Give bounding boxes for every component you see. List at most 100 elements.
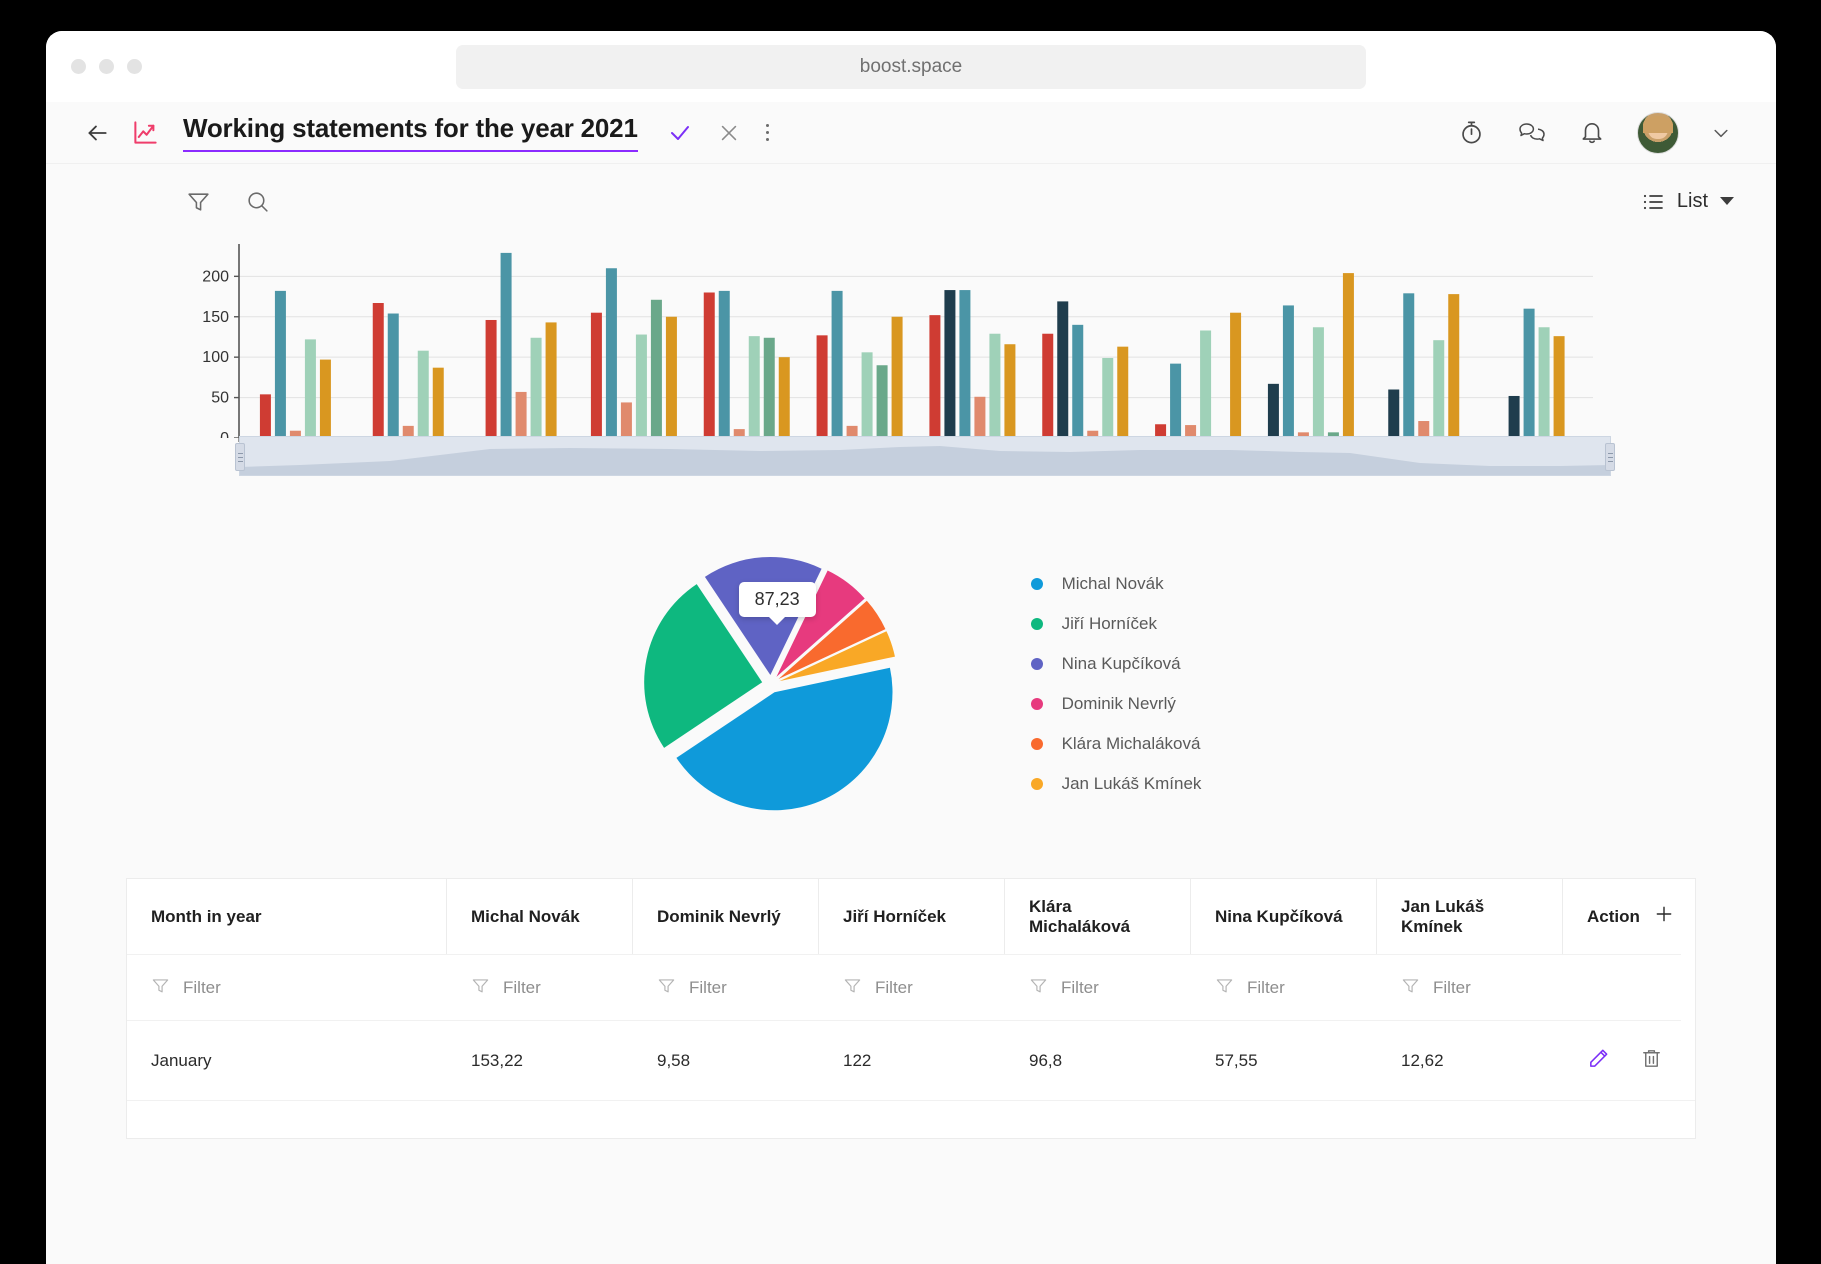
- pie-chart-section: 87,23 Michal Novák Jiří Horníček Nina Kupč…: [88, 534, 1734, 834]
- trash-icon[interactable]: [1640, 1047, 1663, 1075]
- row-actions: [1563, 1020, 1681, 1100]
- triangle-down-icon[interactable]: [1720, 197, 1734, 205]
- cell-jan: 12,62: [1377, 1020, 1563, 1100]
- confirm-title-button[interactable]: [668, 121, 692, 145]
- filter-cell-month[interactable]: Filter: [127, 954, 447, 1020]
- legend-item[interactable]: Nina Kupčíková: [1031, 654, 1202, 674]
- legend-item[interactable]: Jiří Horníček: [1031, 614, 1202, 634]
- header-right-actions: [1458, 112, 1731, 154]
- table-filter-row: Filter Filter Filter Filter Filter: [127, 954, 1695, 1020]
- table-row[interactable]: January 153,22 9,58 122 96,8 57,55 12,62: [127, 1020, 1695, 1100]
- cell-dominik: 9,58: [633, 1020, 819, 1100]
- filter-placeholder: Filter: [1433, 978, 1471, 998]
- kebab-menu-icon[interactable]: [766, 124, 770, 142]
- view-toolbar: List: [46, 164, 1776, 238]
- legend-label: Michal Novák: [1062, 574, 1164, 594]
- bar-chart-canvas: 050100150200: [179, 238, 1643, 438]
- legend-label: Klára Michaláková: [1062, 734, 1201, 754]
- legend-item[interactable]: Michal Novák: [1031, 574, 1202, 594]
- legend-color-dot: [1031, 698, 1043, 710]
- list-icon: [1641, 189, 1665, 213]
- pie-tooltip-value: 87,23: [755, 589, 800, 609]
- filter-cell-jiri[interactable]: Filter: [819, 954, 1005, 1020]
- table-header-row: Month in year Michal Novák Dominik Nevrl…: [127, 879, 1695, 954]
- funnel-icon: [1029, 976, 1048, 1000]
- filter-cell-klara[interactable]: Filter: [1005, 954, 1191, 1020]
- line-chart-icon: [132, 119, 159, 146]
- pie-tooltip: 87,23: [739, 582, 816, 617]
- column-header-month[interactable]: Month in year: [127, 879, 447, 954]
- legend-label: Nina Kupčíková: [1062, 654, 1181, 674]
- arrow-left-icon[interactable]: [84, 120, 110, 146]
- filter-cell-jan[interactable]: Filter: [1377, 954, 1563, 1020]
- pie-chart: 87,23: [621, 534, 921, 834]
- filter-placeholder: Filter: [503, 978, 541, 998]
- avatar[interactable]: [1637, 112, 1679, 154]
- toolbar-left: [186, 189, 270, 214]
- legend-color-dot: [1031, 618, 1043, 630]
- close-window-button[interactable]: [71, 59, 86, 74]
- bar-chart: 050100150200 123456789101112: [179, 238, 1643, 490]
- minimize-window-button[interactable]: [99, 59, 114, 74]
- pencil-icon[interactable]: [1587, 1047, 1610, 1075]
- svg-text:0: 0: [220, 430, 229, 438]
- column-header-jiri[interactable]: Jiří Horníček: [819, 879, 1005, 954]
- funnel-icon: [843, 976, 862, 1000]
- search-icon[interactable]: [245, 189, 270, 214]
- filter-placeholder: Filter: [875, 978, 913, 998]
- range-handle-left[interactable]: [235, 443, 245, 471]
- funnel-icon[interactable]: [186, 189, 211, 214]
- legend-color-dot: [1031, 738, 1043, 750]
- title-actions: [668, 121, 770, 145]
- svg-text:50: 50: [211, 390, 229, 407]
- page-title[interactable]: Working statements for the year 2021: [183, 113, 638, 152]
- legend-item[interactable]: Klára Michaláková: [1031, 734, 1202, 754]
- cell-jiri: 122: [819, 1020, 1005, 1100]
- cell-month: January: [127, 1020, 447, 1100]
- window-controls: [71, 59, 142, 74]
- legend-label: Jiří Horníček: [1062, 614, 1157, 634]
- pie-legend: Michal Novák Jiří Horníček Nina Kupčíková D…: [1031, 574, 1202, 794]
- filter-cell-dominik[interactable]: Filter: [633, 954, 819, 1020]
- legend-item[interactable]: Jan Lukáš Kmínek: [1031, 774, 1202, 794]
- pie-chart-canvas[interactable]: [621, 534, 921, 834]
- legend-label: Jan Lukáš Kmínek: [1062, 774, 1202, 794]
- cancel-title-button[interactable]: [718, 122, 740, 144]
- browser-chrome: boost.space: [46, 31, 1776, 102]
- range-handle-right[interactable]: [1605, 443, 1615, 471]
- app-body: 050100150200 123456789101112 87,23 Micha…: [46, 238, 1776, 1264]
- column-header-nina[interactable]: Nina Kupčíková: [1191, 879, 1377, 954]
- action-label: Action: [1587, 907, 1640, 927]
- svg-text:150: 150: [202, 309, 229, 326]
- filter-cell-action: [1563, 954, 1681, 1020]
- chart-range-slider[interactable]: [239, 436, 1611, 476]
- filter-placeholder: Filter: [1247, 978, 1285, 998]
- maximize-window-button[interactable]: [127, 59, 142, 74]
- table-footer: [127, 1100, 1695, 1138]
- column-header-klara[interactable]: Klára Michaláková: [1005, 879, 1191, 954]
- filter-cell-michal[interactable]: Filter: [447, 954, 633, 1020]
- column-header-michal[interactable]: Michal Novák: [447, 879, 633, 954]
- chevron-down-icon[interactable]: [1711, 123, 1731, 143]
- funnel-icon: [1401, 976, 1420, 1000]
- url-text: boost.space: [860, 56, 962, 78]
- bell-icon[interactable]: [1579, 119, 1605, 146]
- plus-icon[interactable]: [1654, 904, 1674, 929]
- legend-color-dot: [1031, 658, 1043, 670]
- funnel-icon: [471, 976, 490, 1000]
- filter-placeholder: Filter: [183, 978, 221, 998]
- stopwatch-icon[interactable]: [1458, 119, 1485, 146]
- legend-item[interactable]: Dominik Nevrlý: [1031, 694, 1202, 714]
- column-header-dominik[interactable]: Dominik Nevrlý: [633, 879, 819, 954]
- legend-label: Dominik Nevrlý: [1062, 694, 1176, 714]
- view-switcher[interactable]: List: [1641, 189, 1734, 213]
- filter-placeholder: Filter: [689, 978, 727, 998]
- filter-cell-nina[interactable]: Filter: [1191, 954, 1377, 1020]
- chat-bubbles-icon[interactable]: [1517, 119, 1547, 146]
- address-bar[interactable]: boost.space: [456, 45, 1366, 89]
- column-header-jan[interactable]: Jan Lukáš Kmínek: [1377, 879, 1563, 954]
- range-preview-area: [240, 437, 1610, 475]
- svg-text:200: 200: [202, 268, 229, 285]
- funnel-icon: [1215, 976, 1234, 1000]
- browser-window: boost.space Working statements for the y…: [46, 31, 1776, 1264]
